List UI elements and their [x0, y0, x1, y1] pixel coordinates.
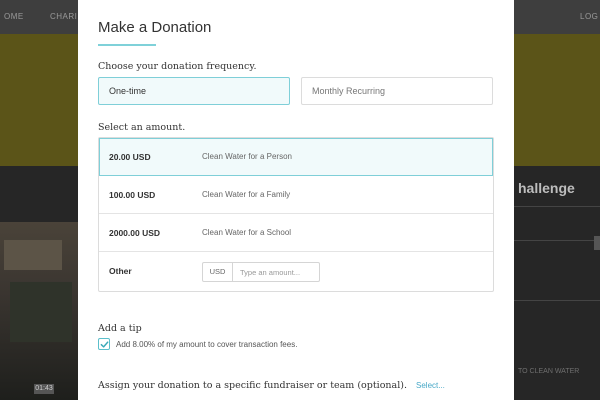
amount-option-other: Other USD [99, 252, 493, 292]
tip-checkbox[interactable] [98, 338, 110, 350]
divider [514, 300, 600, 301]
amount-value: 2000.00 USD [109, 228, 161, 238]
amount-options: 20.00 USD Clean Water for a Person 100.0… [98, 137, 494, 292]
amount-label: Select an amount. [98, 122, 186, 133]
frequency-one-time-button[interactable]: One-time [98, 77, 290, 105]
assign-row: Assign your donation to a specific fundr… [98, 380, 445, 391]
video-frame-detail [4, 240, 62, 270]
video-frame-detail [10, 282, 72, 342]
amount-option-family[interactable]: 100.00 USD Clean Water for a Family [99, 176, 493, 214]
background-campaign-title: hallenge [518, 180, 575, 196]
other-amount-label: Other [109, 266, 132, 276]
donation-modal: Make a Donation Choose your donation fre… [78, 0, 514, 400]
nav-link-home: OME [4, 12, 24, 21]
background-small-text: TO CLEAN WATER [518, 368, 580, 375]
select-fundraiser-link[interactable]: Select... [416, 381, 445, 390]
divider [514, 240, 600, 241]
modal-title: Make a Donation [98, 19, 212, 36]
video-time: 01:43 [34, 384, 54, 394]
frequency-label: Choose your donation frequency. [98, 61, 257, 72]
amount-description: Clean Water for a Person [202, 152, 292, 161]
amount-option-school[interactable]: 2000.00 USD Clean Water for a School [99, 214, 493, 252]
amount-value: 20.00 USD [109, 152, 151, 162]
background-scroll-edge [594, 236, 600, 250]
assign-label: Assign your donation to a specific fundr… [98, 380, 407, 391]
currency-label: USD [203, 263, 233, 281]
amount-description: Clean Water for a School [202, 228, 292, 237]
other-amount-field: USD [202, 262, 320, 282]
amount-description: Clean Water for a Family [202, 190, 291, 199]
other-amount-input[interactable] [234, 263, 319, 281]
background-video [0, 222, 82, 400]
tip-label: Add a tip [98, 323, 142, 334]
divider [514, 206, 600, 207]
title-underline [98, 44, 156, 46]
checkmark-icon [100, 341, 109, 348]
tip-description: Add 8.00% of my amount to cover transact… [116, 340, 298, 349]
nav-link-login: LOG [580, 12, 599, 21]
amount-value: 100.00 USD [109, 190, 156, 200]
frequency-monthly-button[interactable]: Monthly Recurring [301, 77, 493, 105]
amount-option-person[interactable]: 20.00 USD Clean Water for a Person [99, 138, 493, 176]
